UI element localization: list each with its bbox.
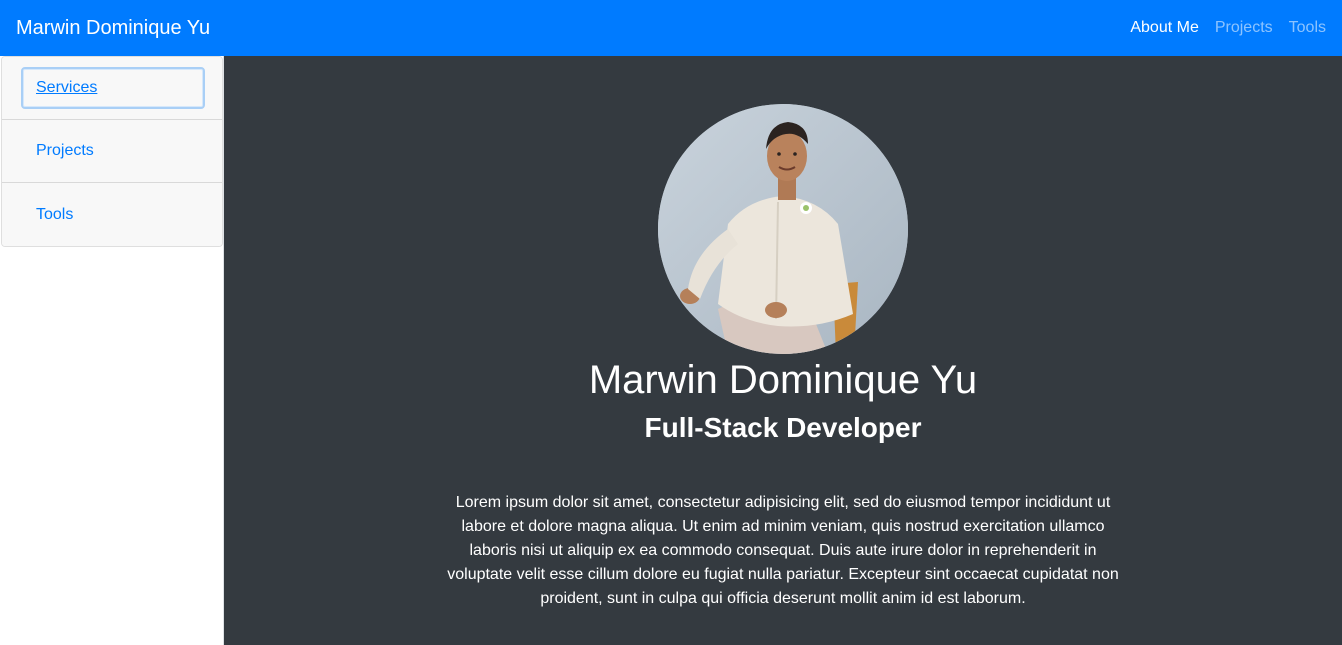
navbar-brand[interactable]: Marwin Dominique Yu xyxy=(16,17,210,40)
sidebar-item-label[interactable]: Services xyxy=(21,67,205,109)
nav-link-about-me[interactable]: About Me xyxy=(1130,19,1198,37)
sidebar-item-label: Tools xyxy=(36,205,74,223)
sidebar-item-projects[interactable]: Projects xyxy=(2,120,222,183)
profile-photo-image xyxy=(658,104,908,354)
top-navbar: Marwin Dominique Yu About Me Projects To… xyxy=(0,0,1342,56)
sidebar-item-tools[interactable]: Tools xyxy=(2,183,222,246)
nav-link-tools[interactable]: Tools xyxy=(1289,19,1326,37)
sidebar-item-label: Projects xyxy=(36,142,94,159)
sidebar-list: Services Projects Tools xyxy=(1,56,223,247)
sidebar: Services Projects Tools xyxy=(0,56,224,645)
profile-bio: Lorem ipsum dolor sit amet, consectetur … xyxy=(447,494,1119,607)
sidebar-item-services[interactable]: Services xyxy=(2,57,222,120)
profile-role: Full-Stack Developer xyxy=(644,412,922,443)
main-content: Marwin Dominique Yu Full-Stack Developer… xyxy=(224,56,1342,645)
profile-photo xyxy=(658,104,908,354)
nav-link-projects[interactable]: Projects xyxy=(1215,19,1273,37)
nav-links: About Me Projects Tools xyxy=(1130,19,1326,37)
profile-name: Marwin Dominique Yu xyxy=(588,358,978,402)
